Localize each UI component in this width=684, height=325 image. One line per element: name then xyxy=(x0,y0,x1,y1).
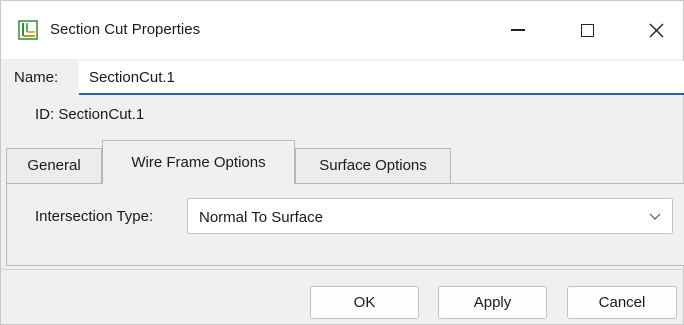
tab-surface-options[interactable]: Surface Options xyxy=(295,148,451,183)
intersection-type-value: Normal To Surface xyxy=(199,209,323,226)
close-icon xyxy=(649,23,663,37)
minimize-button[interactable] xyxy=(490,1,546,59)
minimize-icon xyxy=(511,29,525,31)
apply-button[interactable]: Apply xyxy=(438,286,547,319)
tab-surface-options-label: Surface Options xyxy=(319,157,427,174)
cancel-button[interactable]: Cancel xyxy=(567,286,677,319)
name-label: Name: xyxy=(14,69,59,86)
ok-button[interactable]: OK xyxy=(310,286,419,319)
intersection-type-select[interactable]: Normal To Surface xyxy=(187,198,673,234)
chevron-down-icon xyxy=(649,213,661,220)
tab-general-label: General xyxy=(27,157,81,174)
name-input[interactable] xyxy=(79,61,684,95)
tab-wire-frame-options[interactable]: Wire Frame Options xyxy=(102,140,295,184)
section-cut-properties-dialog: Section Cut Properties Name: ID: Section… xyxy=(0,0,684,325)
section-cut-app-icon xyxy=(18,20,38,40)
tab-wire-frame-options-label: Wire Frame Options xyxy=(131,153,266,171)
maximize-icon xyxy=(580,23,594,37)
tab-general[interactable]: General xyxy=(6,148,102,183)
window-title: Section Cut Properties xyxy=(50,21,201,38)
close-button[interactable] xyxy=(628,1,684,59)
maximize-button[interactable] xyxy=(559,1,615,59)
intersection-type-label: Intersection Type: xyxy=(35,208,154,225)
footer-divider xyxy=(1,269,684,270)
title-bar[interactable]: Section Cut Properties xyxy=(1,1,683,59)
id-text: ID: SectionCut.1 xyxy=(35,106,145,123)
